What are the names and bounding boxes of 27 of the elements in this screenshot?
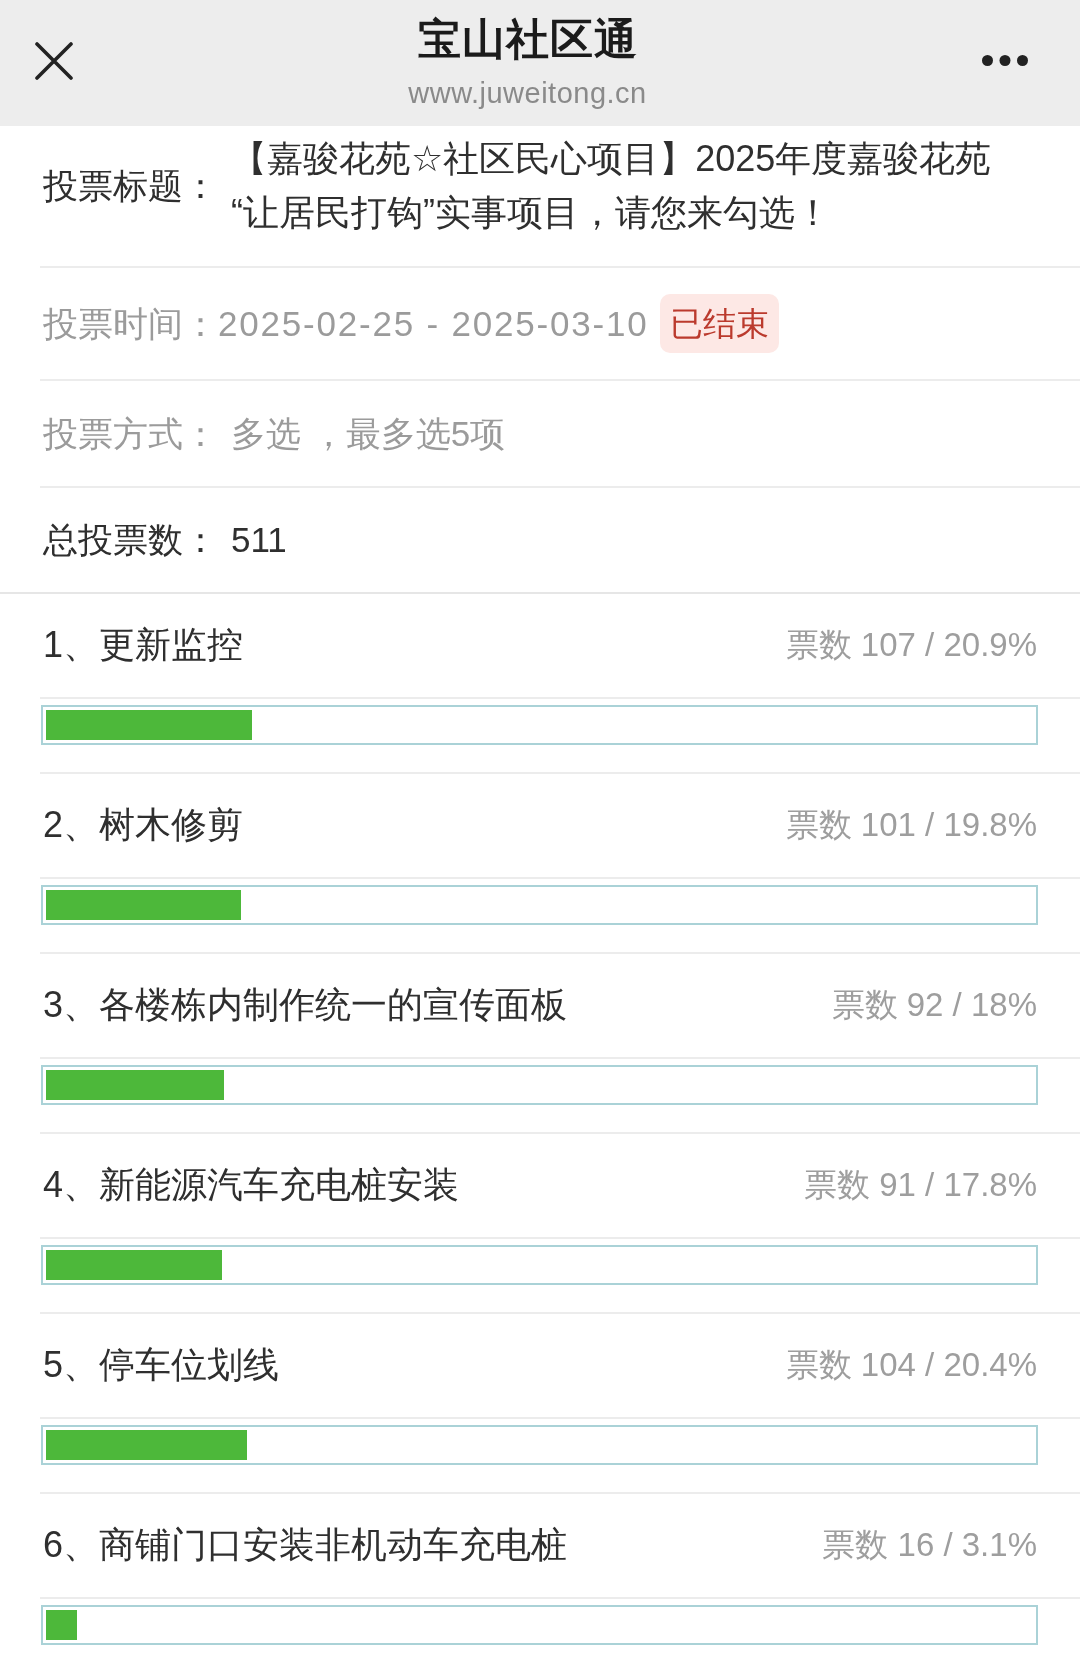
vote-method-value: 多选 ，最多选5项 [231, 412, 506, 455]
vote-count: 票数 104 / 20.4% [785, 1345, 1037, 1385]
vote-count: 票数 16 / 3.1% [822, 1525, 1037, 1565]
page-title: 宝山社区通 [417, 14, 638, 64]
vote-method-label: 投票方式： [43, 412, 218, 455]
close-icon [35, 42, 73, 80]
option-label: 6、商铺门口安装非机动车充电桩 [43, 1523, 568, 1567]
vote-time-value: 2025-02-25 - 2025-03-10 [218, 302, 649, 345]
option-label: 5、停车位划线 [43, 1343, 280, 1387]
vote-title-text: 【嘉骏花苑☆社区民心项目】2025年度嘉骏花苑“让居民打钩”实事项目，请您来勾选！ [231, 137, 993, 235]
option-label: 4、新能源汽车充电桩安装 [43, 1163, 460, 1207]
vote-count: 票数 101 / 19.8% [785, 805, 1037, 845]
close-button[interactable] [35, 42, 73, 80]
status-badge: 已结束 [659, 294, 779, 353]
vote-time-label: 投票时间： [43, 302, 218, 345]
site-url: www.juweitong.cn [408, 76, 647, 111]
option-label: 3、各楼栋内制作统一的宣传面板 [43, 983, 568, 1027]
vote-count: 票数 92 / 18% [831, 985, 1037, 1025]
ellipsis-icon [982, 55, 1028, 66]
vote-title-label: 投票标题： [43, 165, 218, 207]
more-button[interactable] [982, 55, 1028, 66]
total-votes-value: 511 [231, 519, 287, 561]
option-label: 2、树木修剪 [43, 803, 244, 847]
vote-count: 票数 107 / 20.9% [785, 625, 1037, 665]
vote-count: 票数 91 / 17.8% [804, 1165, 1037, 1205]
total-votes-label: 总投票数： [43, 519, 218, 561]
option-label: 1、更新监控 [43, 623, 244, 667]
